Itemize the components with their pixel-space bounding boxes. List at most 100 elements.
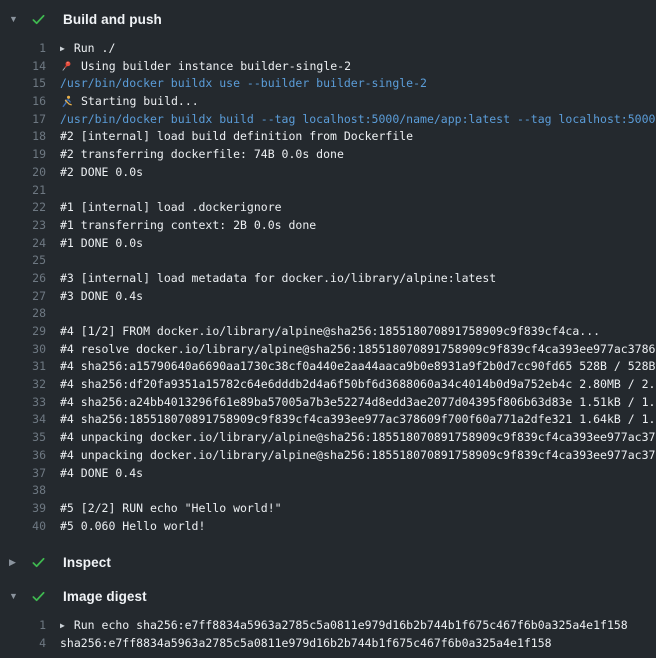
line-number[interactable]: 36 [0,447,46,465]
expand-step-icon[interactable]: ▶ [60,617,65,635]
line-number[interactable]: 19 [0,146,46,164]
pushpin-icon [60,60,73,73]
log-line: 22 #1 [internal] load .dockerignore [0,199,656,217]
log-line: 31 #4 sha256:a15790640a6690aa1730c38cf0a4… [0,358,656,376]
section-title: Build and push [63,12,162,27]
line-number[interactable]: 16 [0,93,46,111]
success-check-icon [31,12,49,27]
section-header[interactable]: ▶ Inspect [0,551,656,573]
log-line: 39 #5 [2/2] RUN echo "Hello world!" [0,500,656,518]
section-header[interactable]: ▼Image digest [0,585,656,607]
log-section-inspect: ▶ Inspect [0,551,656,573]
line-number[interactable]: 27 [0,288,46,306]
line-number[interactable]: 25 [0,252,46,270]
log-text-value: /usr/bin/docker buildx use --builder bui… [60,75,427,93]
log-text: /usr/bin/docker buildx use --builder bui… [60,75,427,93]
line-number[interactable]: 31 [0,358,46,376]
line-number[interactable]: 21 [0,182,46,200]
log-text-value: #2 DONE 0.0s [60,164,143,182]
log-text: #2 [internal] load build definition from… [60,128,413,146]
log-text-value: #4 sha256:a24bb4013296f61e89ba57005a7b3e… [60,394,656,412]
expand-step-icon[interactable]: ▶ [60,40,65,58]
log-line: 21 [0,182,656,200]
line-number[interactable]: 33 [0,394,46,412]
log-text-value: Starting build... [81,93,199,111]
log-line: 24 #1 DONE 0.0s [0,235,656,253]
log-line: 17/usr/bin/docker buildx build --tag loc… [0,111,656,129]
log-line: 28 [0,305,656,323]
log-line: 40 #5 0.060 Hello world! [0,518,656,536]
log-text-value: #2 transferring dockerfile: 74B 0.0s don… [60,146,344,164]
section-header[interactable]: ▼ Build and push [0,8,656,30]
log-text-value: /usr/bin/docker buildx build --tag local… [60,111,655,129]
log-text-value: #5 0.060 Hello world! [60,518,205,536]
log-line: 25 [0,252,656,270]
line-number[interactable]: 30 [0,341,46,359]
log-line: 4 sha256:e7ff8834a5963a2785c5a0811e979d16… [0,635,656,653]
log-text-value: #1 DONE 0.0s [60,235,143,253]
log-section-build-and-push: ▼ Build and push 1 ▶ Run ./ 14 Using builder i… [0,8,656,535]
section-title: Inspect [63,555,111,570]
line-number[interactable]: 35 [0,429,46,447]
line-number[interactable]: 38 [0,482,46,500]
log-text: Using builder instance builder-single-2 [60,58,351,76]
line-number[interactable]: 39 [0,500,46,518]
line-number[interactable]: 4 [0,635,46,653]
log-text-value: #1 [internal] load .dockerignore [60,199,282,217]
log-line: 1 ▶Run echo sha256:e7ff8834a5963a2785c5a0… [0,617,656,635]
log-lines: 1 ▶ Run ./ 14 Using builder instance builder… [0,40,656,535]
log-line: 36 #4 unpacking docker.io/library/alpine@… [0,447,656,465]
success-check-icon [31,589,49,604]
log-text-value: #4 resolve docker.io/library/alpine@sha2… [60,341,656,359]
log-text: #3 DONE 0.4s [60,288,143,306]
log-line: 18 #2 [internal] load build definition fr… [0,128,656,146]
line-number[interactable]: 29 [0,323,46,341]
line-number[interactable]: 20 [0,164,46,182]
log-text-value: #3 [internal] load metadata for docker.i… [60,270,496,288]
line-number[interactable]: 14 [0,58,46,76]
log-line: 23#1 transferring context: 2B 0.0s done [0,217,656,235]
line-number[interactable]: 22 [0,199,46,217]
log-line: 26 #3 [internal] load metadata for docker… [0,270,656,288]
log-text: #1 [internal] load .dockerignore [60,199,282,217]
line-number[interactable]: 17 [0,111,46,129]
line-number[interactable]: 26 [0,270,46,288]
line-number[interactable]: 18 [0,128,46,146]
line-number[interactable]: 34 [0,411,46,429]
line-number[interactable]: 24 [0,235,46,253]
log-text: ▶ Run ./ [60,40,115,58]
log-text-value: Using builder instance builder-single-2 [81,58,351,76]
log-text: Starting build... [60,93,199,111]
log-line: 33 #4 sha256:a24bb4013296f61e89ba57005a7b… [0,394,656,412]
log-line: 29#4 [1/2] FROM docker.io/library/alpine… [0,323,656,341]
line-number[interactable]: 23 [0,217,46,235]
log-text-value: Run ./ [74,40,116,58]
log-text-value: #4 sha256:df20fa9351a15782c64e6dddb2d4a6… [60,376,656,394]
workflow-log: ▼Build and push1▶Run ./14Using builder i… [0,0,656,653]
chevron-down-icon[interactable]: ▼ [9,8,23,30]
log-line: 1 ▶ Run ./ [0,40,656,58]
log-text: #5 [2/2] RUN echo "Hello world!" [60,500,282,518]
log-text: #4 unpacking docker.io/library/alpine@sh… [60,447,656,465]
log-line: 15/usr/bin/docker buildx use --builder b… [0,75,656,93]
log-text: #2 transferring dockerfile: 74B 0.0s don… [60,146,344,164]
log-text: #4 DONE 0.4s [60,465,143,483]
log-text: #5 0.060 Hello world! [60,518,205,536]
line-number[interactable]: 37 [0,465,46,483]
log-text-value: sha256:e7ff8834a5963a2785c5a0811e979d16b… [60,635,552,653]
success-check-icon [31,555,49,570]
log-text: ▶Run echo sha256:e7ff8834a5963a2785c5a08… [60,617,628,635]
chevron-right-icon[interactable]: ▶ [9,551,23,573]
log-text: #2 DONE 0.0s [60,164,143,182]
line-number[interactable]: 32 [0,376,46,394]
log-text-value: #4 sha256:a15790640a6690aa1730c38cf0a440… [60,358,656,376]
log-text: /usr/bin/docker buildx build --tag local… [60,111,655,129]
line-number[interactable]: 15 [0,75,46,93]
line-number[interactable]: 40 [0,518,46,536]
log-line: 30 #4 resolve docker.io/library/alpine@sh… [0,341,656,359]
line-number[interactable]: 28 [0,305,46,323]
chevron-down-icon[interactable]: ▼ [9,585,23,607]
log-text: #4 sha256:185518070891758909c9f839cf4ca3… [60,411,656,429]
line-number[interactable]: 1 [0,40,46,58]
line-number[interactable]: 1 [0,617,46,635]
